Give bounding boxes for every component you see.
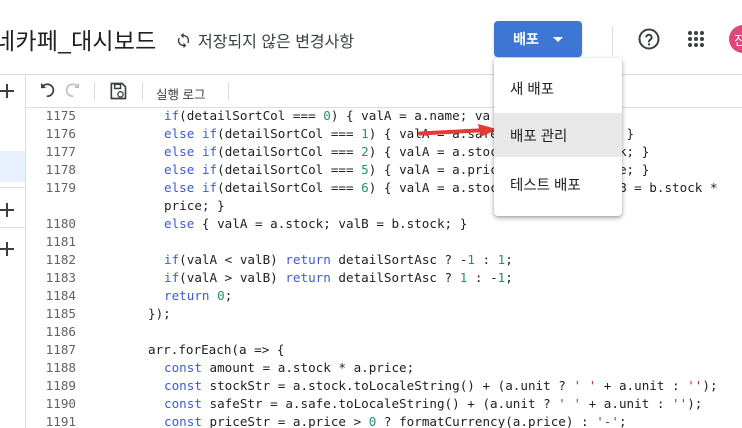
code-text: else { valA = a.stock; valB = b.stock; }	[164, 216, 468, 231]
sync-icon	[177, 32, 190, 48]
code-line: 1189 const stockStr = a.stock.toLocaleStr…	[26, 377, 742, 395]
code-text: else if(detailSortCol === 6) { valA = a.…	[164, 180, 718, 195]
add-file-icon[interactable]	[0, 82, 16, 100]
project-title[interactable]: 네카페_대시보드	[0, 22, 157, 56]
code-text: });	[148, 306, 171, 321]
add-library-icon[interactable]	[0, 201, 16, 219]
toolbar-divider	[228, 82, 229, 100]
line-number: 1178	[45, 162, 76, 177]
toolbar-divider	[94, 82, 95, 100]
code-line: 1178 else if(detailSortCol === 5) { valA …	[26, 161, 742, 179]
line-number: 1190	[45, 396, 76, 411]
code-text: const safeStr = a.safe.toLocaleString() …	[164, 396, 703, 411]
code-line: 1187 arr.forEach(a => {	[26, 341, 742, 359]
code-line: 1182 if(valA < valB) return detailSortAsc…	[26, 251, 742, 269]
menu-item-new-deployment[interactable]: 새 배포	[494, 66, 622, 110]
menu-item-manage-deployments[interactable]: 배포 관리	[494, 113, 622, 157]
line-number: 1180	[45, 216, 76, 231]
code-text: if(detailSortCol === 0) { valA = a.name;…	[164, 108, 491, 123]
menu-item-test-deployments[interactable]: 테스트 배포	[494, 162, 622, 206]
code-line: 1185});	[26, 305, 742, 323]
deploy-button-label: 배포	[513, 31, 539, 47]
code-line: 1175 if(detailSortCol === 0) { valA = a.n…	[26, 108, 742, 125]
line-number: 1189	[45, 378, 76, 393]
code-text: if(valA < valB) return detailSortAsc ? -…	[164, 252, 513, 267]
deploy-dropdown-menu: 새 배포 배포 관리 테스트 배포	[494, 58, 622, 216]
code-line: 1180 else { valA = a.stock; valB = b.stoc…	[26, 215, 742, 233]
line-number: 1188	[45, 360, 76, 375]
file-sidebar	[0, 75, 26, 428]
top-bar: 네카페_대시보드 저장되지 않은 변경사항 배포 진	[0, 0, 742, 75]
code-line: 1188 const amount = a.stock * a.price;	[26, 359, 742, 377]
sidebar-divider	[0, 187, 25, 188]
line-number: 1191	[45, 414, 76, 428]
code-text: arr.forEach(a => {	[148, 342, 285, 357]
code-editor[interactable]: 1175 if(detailSortCol === 0) { valA = a.n…	[26, 108, 742, 428]
line-number: 1185	[45, 306, 76, 321]
add-service-icon[interactable]	[0, 240, 16, 258]
code-line: 1191 const priceStr = a.price > 0 ? forma…	[26, 413, 742, 428]
code-line: price; }	[26, 197, 742, 215]
account-avatar[interactable]: 진	[729, 25, 742, 53]
code-line: 1186	[26, 323, 742, 341]
unsaved-changes-status: 저장되지 않은 변경사항	[175, 28, 354, 52]
code-line: 1177 else if(detailSortCol === 2) { valA …	[26, 143, 742, 161]
caret-down-icon	[552, 36, 563, 42]
save-icon[interactable]	[108, 81, 128, 101]
toolbar-divider	[142, 82, 143, 100]
line-number: 1179	[45, 180, 76, 195]
code-line: 1184 return 0;	[26, 287, 742, 305]
line-number: 1176	[45, 126, 76, 141]
apps-grid-icon[interactable]	[687, 30, 705, 48]
editor-toolbar: 실행 로그	[26, 75, 742, 108]
line-number: 1186	[45, 324, 76, 339]
code-text: if(valA > valB) return detailSortAsc ? 1…	[164, 270, 513, 285]
line-number: 1183	[45, 270, 76, 285]
undo-icon[interactable]	[38, 82, 56, 100]
redo-icon[interactable]	[64, 82, 82, 100]
code-line: 1181	[26, 233, 742, 251]
code-text: const priceStr = a.price > 0 ? formatCur…	[164, 414, 627, 428]
line-number: 1175	[45, 108, 76, 123]
help-icon[interactable]	[637, 27, 661, 51]
code-line: 1190 const safeStr = a.safe.toLocaleStrin…	[26, 395, 742, 413]
red-arrow-annotation	[418, 124, 498, 137]
line-number: 1181	[45, 234, 76, 249]
line-number: 1177	[45, 144, 76, 159]
deploy-button[interactable]: 배포	[494, 21, 582, 57]
selected-file-item[interactable]	[0, 151, 25, 182]
line-number: 1187	[45, 342, 76, 357]
execution-log-button[interactable]: 실행 로그	[156, 84, 205, 103]
line-number: 1182	[45, 252, 76, 267]
line-number: 1184	[45, 288, 76, 303]
code-text: const stockStr = a.stock.toLocaleString(…	[164, 378, 718, 393]
code-line: 1183 if(valA > valB) return detailSortAsc…	[26, 269, 742, 287]
code-text: const amount = a.stock * a.price;	[164, 360, 415, 375]
code-line: 1179 else if(detailSortCol === 6) { valA …	[26, 179, 742, 197]
sidebar-divider	[0, 227, 25, 228]
code-text: return 0;	[164, 288, 233, 303]
code-text: price; }	[164, 198, 225, 213]
unsaved-changes-text: 저장되지 않은 변경사항	[198, 34, 355, 51]
header-divider	[612, 26, 613, 56]
code-line: 1176 else if(detailSortCol === 1) { valA …	[26, 125, 742, 143]
